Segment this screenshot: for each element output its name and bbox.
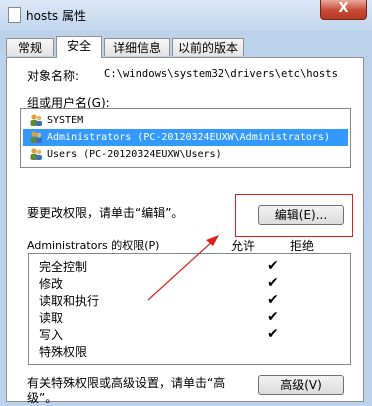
list-item-label: SYSTEM — [47, 115, 84, 126]
title-bar: hosts 属性 X — [0, 0, 372, 30]
users-group-icon — [30, 131, 42, 143]
window-title: hosts 属性 — [26, 9, 86, 23]
tab-details[interactable]: 详细信息 — [104, 38, 170, 56]
object-name-value: C:\windows\system32\drivers\etc\hosts — [104, 68, 338, 80]
tab-general[interactable]: 常规 — [6, 38, 54, 56]
advanced-button[interactable]: 高级(V) — [258, 375, 344, 395]
deny-column-header: 拒绝 — [290, 239, 315, 253]
allow-check-icon: ✔ — [267, 309, 279, 325]
list-item-label: Users (PC-20120324EUXW\Users) — [47, 149, 222, 160]
object-name-label: 对象名称: — [27, 69, 80, 83]
list-item-users[interactable]: Users (PC-20120324EUXW\Users) — [23, 146, 348, 163]
allow-check-icon: ✔ — [267, 258, 279, 274]
change-permissions-hint: 要更改权限，请单击“编辑”。 — [27, 206, 184, 220]
permission-name: 写入 — [39, 328, 64, 342]
allow-check-icon: ✔ — [267, 326, 279, 342]
groups-listbox[interactable]: SYSTEM Administrators (PC-20120324EUXW\A… — [20, 108, 351, 168]
edit-button[interactable]: 编辑(E)... — [258, 205, 344, 225]
list-item-administrators[interactable]: Administrators (PC-20120324EUXW\Administ… — [23, 129, 348, 146]
document-icon — [8, 7, 21, 23]
permissions-for-label: Administrators 的权限(P) — [27, 239, 160, 252]
allow-check-icon: ✔ — [267, 275, 279, 291]
close-button[interactable]: X — [320, 0, 367, 20]
special-permissions-hint-cont: 级”。 — [27, 391, 58, 405]
permissions-table: 完全控制 ✔ 修改 ✔ 读取和执行 ✔ 读取 ✔ 写入 ✔ 特殊权限 — [28, 253, 351, 365]
allow-check-icon: ✔ — [267, 292, 279, 308]
list-item-system[interactable]: SYSTEM — [23, 112, 348, 129]
list-item-label: Administrators (PC-20120324EUXW\Administ… — [47, 132, 330, 143]
permission-name: 完全控制 — [39, 260, 88, 274]
permission-name: 读取和执行 — [39, 294, 100, 308]
tab-security[interactable]: 安全 — [56, 36, 102, 58]
users-group-icon — [30, 148, 42, 160]
users-group-icon — [30, 114, 42, 126]
permission-name: 特殊权限 — [39, 345, 88, 359]
tab-previous-versions[interactable]: 以前的版本 — [172, 38, 244, 56]
permission-name: 读取 — [39, 311, 64, 325]
allow-column-header: 允许 — [231, 239, 256, 253]
permission-name: 修改 — [39, 277, 64, 291]
